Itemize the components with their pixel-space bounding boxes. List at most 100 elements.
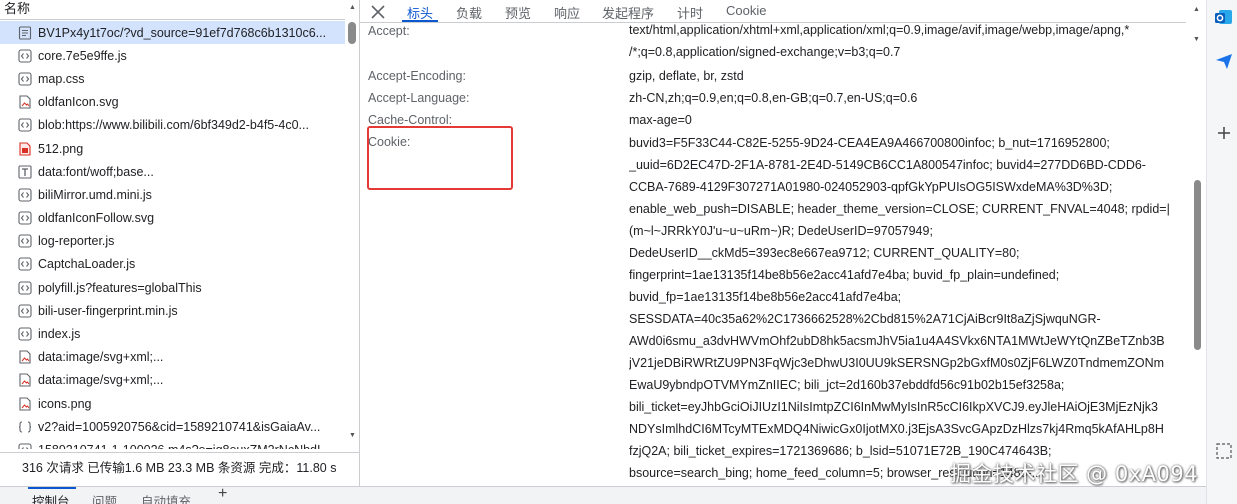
scroll-up-arrow-icon[interactable]: ▲ <box>1193 6 1200 13</box>
request-headers-panel: Accept: text/html,application/xhtml+xml,… <box>360 24 1186 486</box>
cookie-value-line: SESSDATA=40c35a62%2C1736662528%2Cbd815%2… <box>629 312 1101 326</box>
scrollbar-thumb[interactable] <box>348 22 356 44</box>
request-row[interactable]: index.js <box>0 322 345 345</box>
request-name: CaptchaLoader.js <box>38 257 136 272</box>
tab-cookie[interactable]: Cookie <box>726 3 766 18</box>
scroll-up-arrow-icon[interactable]: ▲ <box>349 4 356 11</box>
request-name: v2?aid=1005920756&cid=1589210741&isGaiaA… <box>38 419 321 434</box>
name-column-header[interactable]: 名称 <box>0 0 345 20</box>
request-row[interactable]: core.7e5e9ffe.js <box>0 44 345 67</box>
header-name-accept-encoding: Accept-Encoding: <box>368 69 466 83</box>
stylesheet-icon <box>18 72 32 86</box>
close-icon[interactable] <box>370 2 386 20</box>
drawer-tab-autofill[interactable]: 自动填充 <box>141 491 191 504</box>
script-icon <box>18 49 32 63</box>
drawer-active-indicator <box>28 487 76 489</box>
request-list-pane: 名称 BV1Px4y1t7oc/?vd_source=91ef7d768c6b1… <box>0 0 359 504</box>
request-row[interactable]: data:font/woff;base... <box>0 160 345 183</box>
scroll-down-arrow-icon[interactable]: ▼ <box>1193 36 1200 43</box>
tab-initiator[interactable]: 发起程序 <box>602 3 654 22</box>
request-row[interactable]: map.css <box>0 67 345 90</box>
add-icon[interactable] <box>1215 124 1233 142</box>
request-row[interactable]: 1589210741-1-100026.m4s?e=ig8euxZM2rNcNb… <box>0 438 345 449</box>
cookie-value-line: fingerprint=1ae13135f14be8b56e2acc41afd7… <box>629 268 1060 282</box>
image-file-icon <box>18 95 32 109</box>
send-icon[interactable] <box>1215 52 1233 70</box>
tab-payload[interactable]: 负载 <box>456 3 482 22</box>
cookie-value-line: buvid3=F5F33C44-C82E-5255-9D24-CEA4EA9A4… <box>629 136 1110 150</box>
drawer-tab-console[interactable]: 控制台 <box>32 491 70 504</box>
request-list: BV1Px4y1t7oc/?vd_source=91ef7d768c6b1310… <box>0 21 345 449</box>
script-icon <box>18 188 32 202</box>
request-row[interactable]: 512.png <box>0 137 345 160</box>
request-row[interactable]: oldfanIcon.svg <box>0 91 345 114</box>
png-image-icon <box>18 141 32 156</box>
header-name-accept: Accept: <box>368 24 410 38</box>
script-icon <box>18 327 32 341</box>
cookie-value-line: buvid_fp=1ae13135f14be8b56e2acc41afd7e4b… <box>629 290 902 304</box>
request-row[interactable]: data:image/svg+xml;... <box>0 346 345 369</box>
request-row[interactable]: BV1Px4y1t7oc/?vd_source=91ef7d768c6b1310… <box>0 21 345 45</box>
request-row[interactable]: bili-user-fingerprint.min.js <box>0 299 345 322</box>
header-name-cache-control: Cache-Control: <box>368 113 453 127</box>
script-icon <box>18 234 32 248</box>
screenshot-icon[interactable] <box>1215 442 1233 460</box>
tab-response[interactable]: 响应 <box>554 3 580 22</box>
request-name: BV1Px4y1t7oc/?vd_source=91ef7d768c6b1310… <box>38 25 327 40</box>
cookie-value-line: EwaU9ybndpOTVMYmZnIIEC; bili_jct=2d160b3… <box>629 378 1065 392</box>
fetch-icon <box>18 420 32 434</box>
devtools-drawer-tabs: 控制台 问题 自动填充 + <box>0 485 1206 504</box>
font-icon <box>18 165 32 179</box>
request-name: 1589210741-1-100026.m4s?e=ig8euxZM2rNcNb… <box>38 443 331 449</box>
request-row[interactable]: CaptchaLoader.js <box>0 253 345 276</box>
document-icon <box>18 26 32 40</box>
request-name: log-reporter.js <box>38 234 115 249</box>
request-name: index.js <box>38 327 81 342</box>
request-row[interactable]: v2?aid=1005920756&cid=1589210741&isGaiaA… <box>0 415 345 438</box>
request-name: data:font/woff;base... <box>38 164 154 179</box>
header-value-line: text/html,application/xhtml+xml,applicat… <box>629 24 1130 37</box>
request-row[interactable]: blob:https://www.bilibili.com/6bf349d2-b… <box>0 114 345 137</box>
request-row[interactable]: biliMirror.umd.mini.js <box>0 183 345 206</box>
network-summary-status: 316 次请求 已传输1.6 MB 23.3 MB 条资源 完成：11.80 s <box>0 452 359 482</box>
cookie-value-line: NDYsImlhdCI6MTcyMTExMDQ4NiwicGx0IjotMX0.… <box>629 422 1164 436</box>
request-name: bili-user-fingerprint.min.js <box>38 303 178 318</box>
request-row[interactable]: oldfanIconFollow.svg <box>0 207 345 230</box>
watermark: 掘金技术社区 @ 0xA094 <box>950 462 1199 486</box>
request-name: biliMirror.umd.mini.js <box>38 187 152 202</box>
header-value-accept-encoding: gzip, deflate, br, zstd <box>629 69 744 83</box>
cookie-value-line: (m~l~JRRkY0J'u~u~uRm~)R; DedeUserID=9705… <box>629 224 933 238</box>
headers-scrollbar[interactable]: ▲ ▼ <box>1188 0 1206 486</box>
outlook-icon[interactable] <box>1215 8 1233 26</box>
header-name-accept-language: Accept-Language: <box>368 91 470 105</box>
header-value-line: /*;q=0.8,application/signed-exchange;v=b… <box>629 45 901 59</box>
scrollbar-thumb[interactable] <box>1194 180 1201 350</box>
request-name: oldfanIcon.svg <box>38 95 119 110</box>
request-row[interactable]: data:image/svg+xml;... <box>0 369 345 392</box>
tab-timing[interactable]: 计时 <box>677 3 703 22</box>
request-name: data:image/svg+xml;... <box>38 350 164 365</box>
request-row[interactable]: icons.png <box>0 392 345 415</box>
drawer-tab-issues[interactable]: 问题 <box>92 491 117 504</box>
add-drawer-tab-icon[interactable]: + <box>218 485 227 503</box>
header-value-accept-language: zh-CN,zh;q=0.9,en;q=0.8,en-GB;q=0.7,en-U… <box>629 91 918 105</box>
cookie-value-line: DedeUserID__ckMd5=393ec8e667ea9712; CURR… <box>629 246 1020 260</box>
tab-preview[interactable]: 预览 <box>505 3 531 22</box>
request-row[interactable]: log-reporter.js <box>0 230 345 253</box>
script-icon <box>18 281 32 295</box>
request-name: blob:https://www.bilibili.com/6bf349d2-b… <box>38 118 309 133</box>
cookie-highlight-box <box>367 126 513 190</box>
request-name: polyfill.js?features=globalThis <box>38 280 202 295</box>
request-name: oldfanIconFollow.svg <box>38 211 155 226</box>
request-name: map.css <box>38 71 85 86</box>
request-row[interactable]: polyfill.js?features=globalThis <box>0 276 345 299</box>
request-name: core.7e5e9ffe.js <box>38 48 127 63</box>
header-value-cookie: buvid3=F5F33C44-C82E-5255-9D24-CEA4EA9A4… <box>629 132 1177 484</box>
detail-tab-bar: 标头 负载 预览 响应 发起程序 计时 Cookie <box>360 0 1186 23</box>
request-list-scrollbar[interactable]: ▲ ▼ <box>346 0 359 450</box>
script-icon <box>18 211 32 225</box>
cookie-value-line: CCBA-7689-4129F307271A01980-024052903-qp… <box>629 180 1113 194</box>
image-file-icon <box>18 350 32 364</box>
scroll-down-arrow-icon[interactable]: ▼ <box>349 432 356 439</box>
request-name: 512.png <box>38 141 84 156</box>
